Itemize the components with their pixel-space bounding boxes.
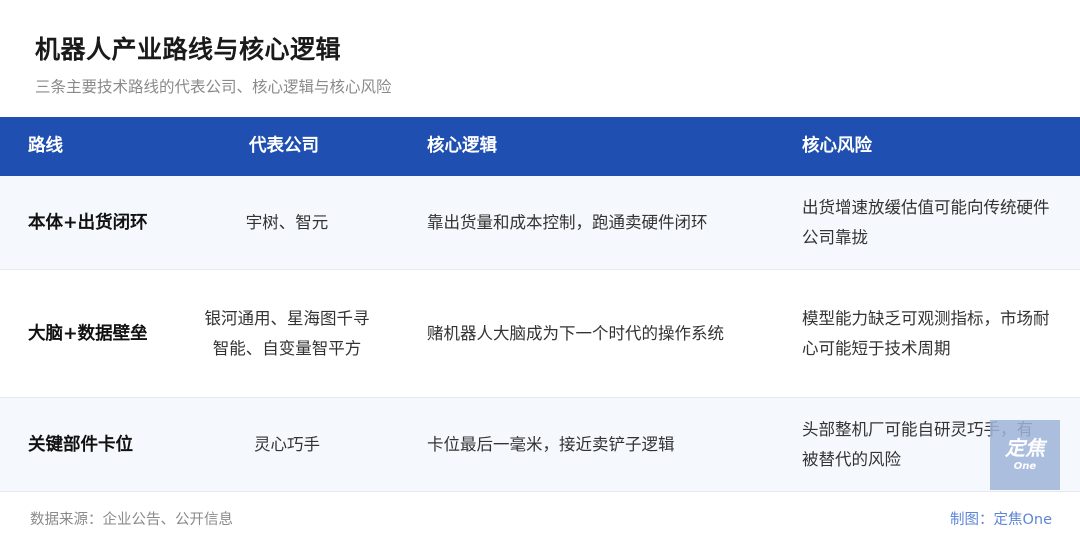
- company-cell: 灵心巧手: [254, 434, 320, 454]
- chart-credit: 制图：定焦One: [949, 512, 1052, 528]
- risk-cell: 出货增速放缓估值可能向传统硬件公司靠拢: [802, 197, 1050, 247]
- logo-text: 定焦: [1005, 436, 1045, 460]
- route-cell: 关键部件卡位: [28, 434, 133, 455]
- page-title: 机器人产业路线与核心逻辑: [35, 35, 342, 64]
- column-header-company: 代表公司: [249, 136, 319, 156]
- table-row: 本体+出货闭环 宇树、智元 靠出货量和成本控制，跑通卖硬件闭环 出货增速放缓估值…: [0, 176, 1080, 270]
- route-cell: 本体+出货闭环: [28, 212, 148, 233]
- column-header-route: 路线: [28, 136, 63, 156]
- page: 机器人产业路线与核心逻辑 三条主要技术路线的代表公司、核心逻辑与核心风险 路线 …: [0, 0, 1080, 543]
- logic-cell: 赌机器人大脑成为下一个时代的操作系统: [427, 323, 724, 343]
- route-table: 路线 代表公司 核心逻辑 核心风险 本体+出货闭环 宇树、智元 靠出货量和成本控…: [0, 117, 1080, 492]
- footer: 数据来源：企业公告、公开信息 制图：定焦One: [0, 493, 1080, 543]
- company-cell: 宇树、智元: [245, 212, 329, 232]
- column-header-logic: 核心逻辑: [427, 136, 497, 156]
- data-source: 数据来源：企业公告、公开信息: [30, 512, 233, 528]
- page-subtitle: 三条主要技术路线的代表公司、核心逻辑与核心风险: [35, 78, 392, 96]
- column-header-risk: 核心风险: [802, 136, 872, 156]
- logic-cell: 靠出货量和成本控制，跑通卖硬件闭环: [427, 212, 708, 232]
- header: 机器人产业路线与核心逻辑 三条主要技术路线的代表公司、核心逻辑与核心风险: [0, 0, 1080, 117]
- table-row: 关键部件卡位 灵心巧手 卡位最后一毫米，接近卖铲子逻辑 头部整机厂可能自研灵巧手…: [0, 398, 1080, 492]
- company-cell: 银河通用、星海图千寻智能、自变量智平方: [204, 308, 370, 358]
- logic-cell: 卡位最后一毫米，接近卖铲子逻辑: [427, 434, 675, 454]
- table-header: 路线 代表公司 核心逻辑 核心风险: [0, 117, 1080, 176]
- route-cell: 大脑+数据壁垒: [28, 323, 148, 344]
- table-row: 大脑+数据壁垒 银河通用、星海图千寻智能、自变量智平方 赌机器人大脑成为下一个时…: [0, 270, 1080, 398]
- logo-watermark: 定焦 One: [990, 420, 1060, 490]
- logo-subtext: One: [1013, 461, 1037, 472]
- risk-cell: 模型能力缺乏可观测指标，市场耐心可能短于技术周期: [802, 308, 1050, 358]
